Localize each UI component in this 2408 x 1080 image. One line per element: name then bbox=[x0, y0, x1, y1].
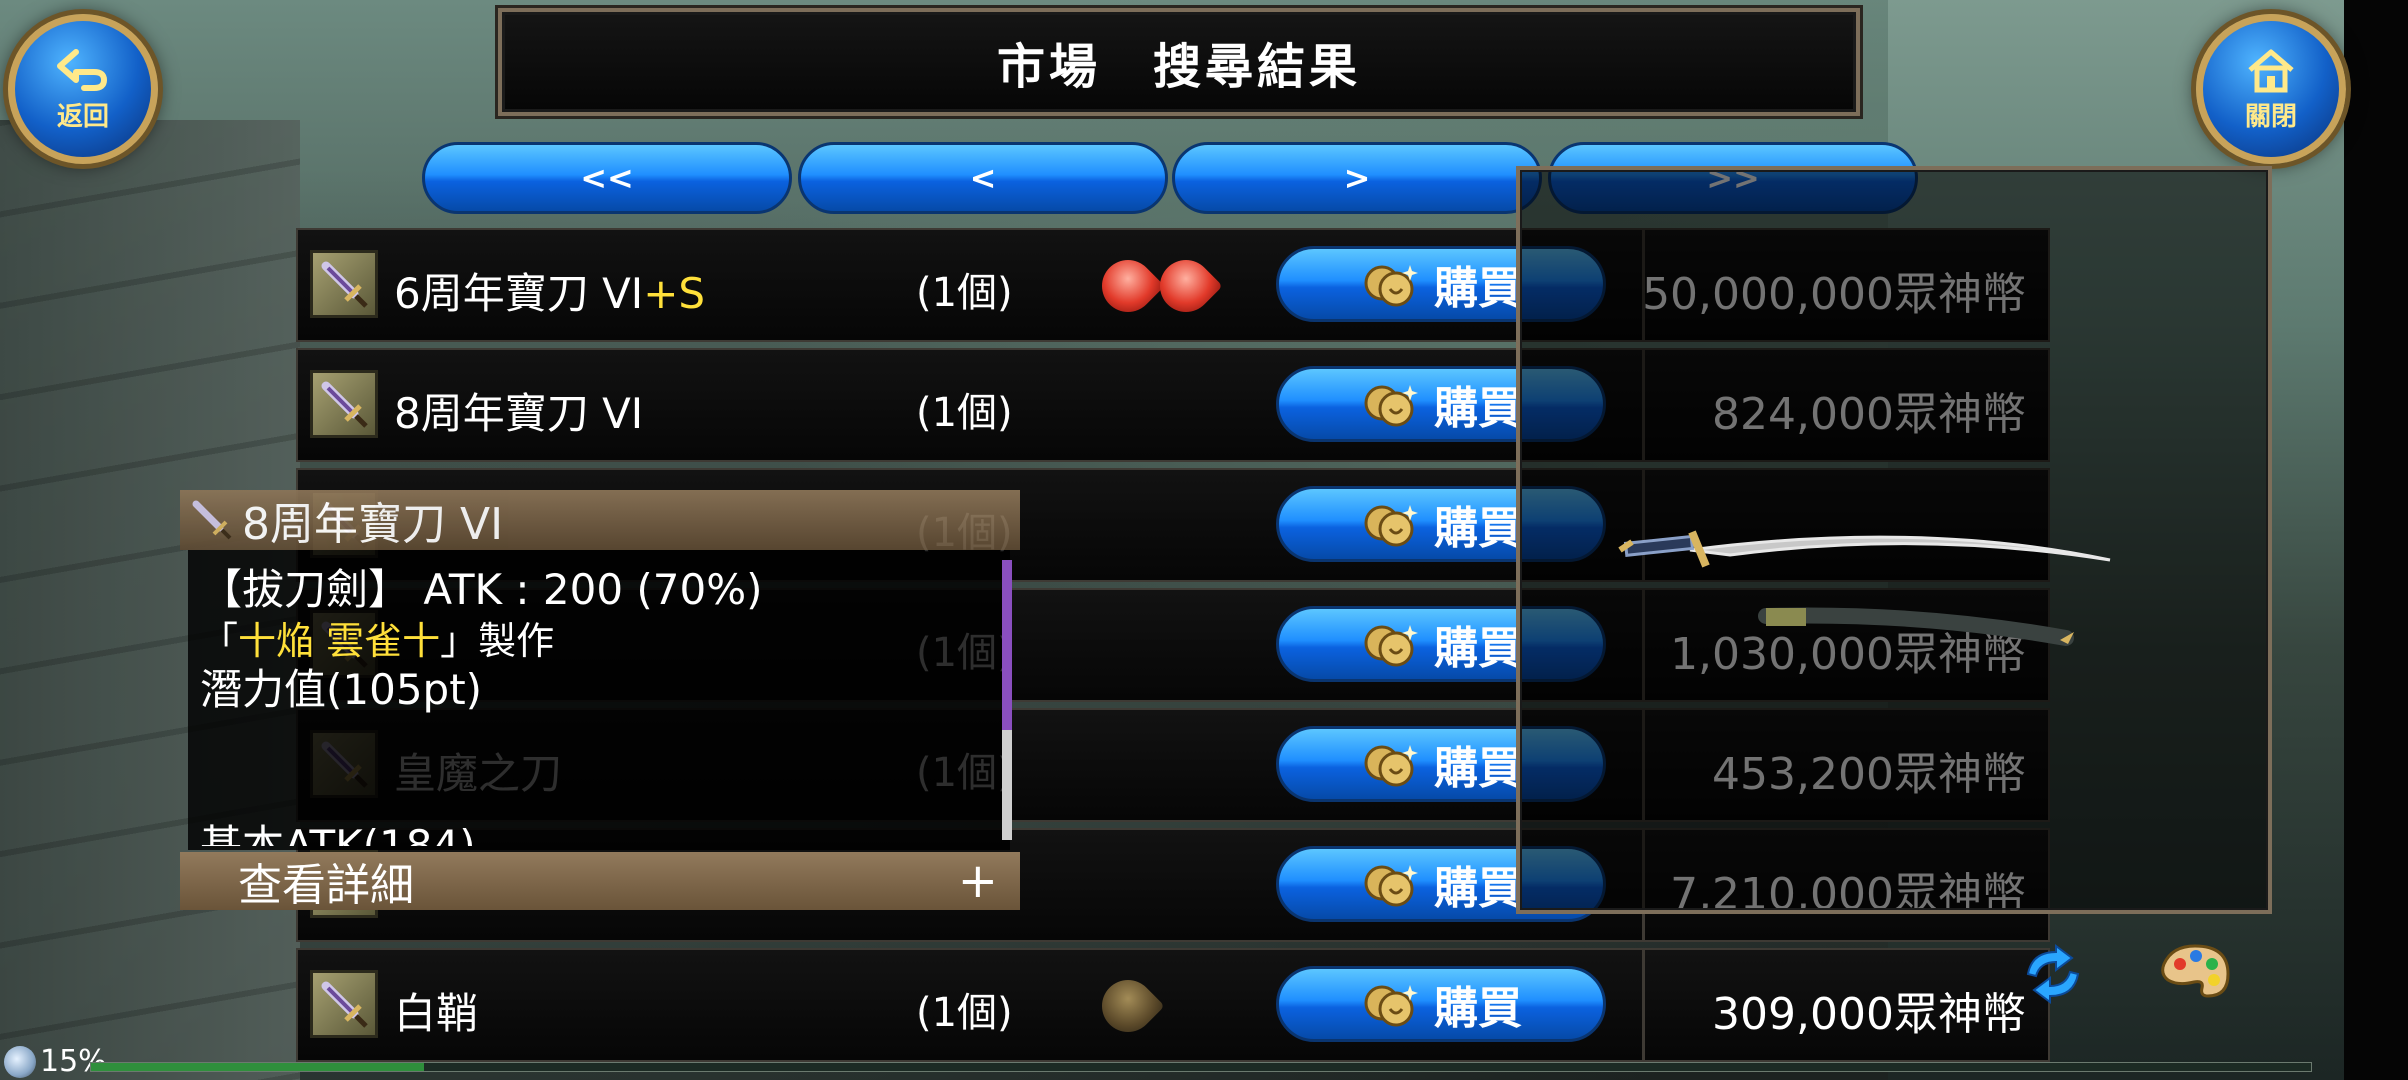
view-details-button[interactable]: 查看詳細 + bbox=[180, 852, 1020, 911]
coin-icon bbox=[1364, 265, 1418, 307]
item-name-text: 8周年寶刀 VI bbox=[394, 389, 644, 438]
home-icon bbox=[2248, 49, 2294, 92]
coin-icon bbox=[1364, 385, 1418, 427]
red-gem-icon bbox=[1149, 249, 1223, 323]
exp-orb-icon bbox=[4, 1046, 36, 1078]
scrollbar-thumb[interactable] bbox=[1002, 560, 1012, 730]
tooltip-stat: 【拔刀劍】 ATK : 200 (70%) bbox=[200, 565, 763, 614]
page-first-label: << bbox=[580, 159, 634, 197]
tooltip-potential: 潛力值(105pt) bbox=[200, 665, 483, 714]
katana-preview-icon bbox=[1618, 530, 2111, 646]
scrollbar-track bbox=[1002, 730, 1012, 840]
tooltip-body: 【拔刀劍】 ATK : 200 (70%) 「十焔 雲雀十」製作 潛力值(105… bbox=[188, 550, 1010, 850]
buy-label: 購買 bbox=[1434, 983, 1522, 1034]
item-preview-panel bbox=[1516, 166, 2272, 914]
page-prev-button[interactable]: < bbox=[798, 142, 1168, 214]
buy-button[interactable]: 購買 bbox=[1276, 966, 1606, 1042]
close-button[interactable]: 關閉 bbox=[2196, 14, 2346, 164]
exp-bar bbox=[90, 1062, 2312, 1072]
buy-label: 購買 bbox=[1434, 863, 1522, 914]
view-details-label: 查看詳細 bbox=[238, 860, 414, 911]
page-prev-label: < bbox=[969, 159, 997, 197]
close-label: 關閉 bbox=[2244, 101, 2297, 132]
title-bar: 市場 搜尋結果 bbox=[498, 8, 1860, 116]
item-quantity: (1個) bbox=[916, 990, 1013, 1036]
item-name: 白鞘 bbox=[394, 980, 478, 1041]
coin-icon bbox=[1364, 745, 1418, 787]
tooltip-title: 8周年寶刀 VI bbox=[242, 499, 504, 550]
back-button[interactable]: 返回 bbox=[8, 14, 158, 164]
price-currency: 眾神幣 bbox=[1894, 989, 2026, 1040]
coin-icon bbox=[1364, 505, 1418, 547]
page-next-label: > bbox=[1343, 159, 1371, 197]
page-first-button[interactable]: << bbox=[422, 142, 792, 214]
item-quantity: (1個) bbox=[916, 270, 1013, 316]
buy-label: 購買 bbox=[1434, 623, 1522, 674]
back-label: 返回 bbox=[56, 101, 109, 132]
tooltip-base-atk: 基本ATK(184) bbox=[200, 821, 476, 846]
red-gem-icon bbox=[1091, 249, 1165, 323]
price-value: 309,000 bbox=[1712, 989, 1894, 1040]
coin-icon bbox=[1364, 985, 1418, 1027]
sword-icon bbox=[192, 500, 232, 540]
buy-label: 購買 bbox=[1434, 743, 1522, 794]
item-price: 309,000眾神幣 bbox=[1712, 978, 2026, 1042]
back-arrow-icon bbox=[57, 48, 107, 91]
screen-edge bbox=[2344, 0, 2408, 1080]
item-name: 6周年寶刀 VI+S bbox=[394, 260, 705, 321]
exp-bar-fill bbox=[91, 1063, 424, 1071]
buy-label: 購買 bbox=[1434, 503, 1522, 554]
item-name-text: 白鞘 bbox=[394, 989, 479, 1038]
palette-icon[interactable] bbox=[2158, 942, 2232, 1006]
sword-icon bbox=[310, 250, 378, 318]
sword-icon bbox=[310, 370, 378, 438]
olive-gem-icon bbox=[1091, 969, 1165, 1043]
item-name: 8周年寶刀 VI bbox=[394, 380, 643, 441]
refresh-icon[interactable] bbox=[2018, 944, 2088, 1004]
coin-icon bbox=[1364, 865, 1418, 907]
coin-icon bbox=[1364, 625, 1418, 667]
page-next-button[interactable]: > bbox=[1172, 142, 1542, 214]
plus-icon: + bbox=[957, 853, 998, 909]
tooltip-scrollbar[interactable] bbox=[1002, 560, 1012, 840]
listing-row-7[interactable]: 白鞘 (1個) 購買 309,000眾神幣 bbox=[296, 948, 2050, 1062]
tooltip-title-bar: 8周年寶刀 VI bbox=[180, 490, 1020, 550]
item-name-text: 6周年寶刀 VI bbox=[394, 269, 644, 318]
price-cell: 309,000眾神幣 bbox=[1642, 950, 2052, 1060]
item-suffix: +S bbox=[643, 269, 706, 318]
sword-icon bbox=[310, 970, 378, 1038]
buy-label: 購買 bbox=[1434, 383, 1522, 434]
buy-label: 購買 bbox=[1434, 263, 1522, 314]
item-tooltip: 8周年寶刀 VI 【拔刀劍】 ATK : 200 (70%) 「十焔 雲雀十」製… bbox=[180, 490, 1020, 911]
item-quantity: (1個) bbox=[916, 390, 1013, 436]
page-title: 市場 搜尋結果 bbox=[996, 39, 1361, 95]
